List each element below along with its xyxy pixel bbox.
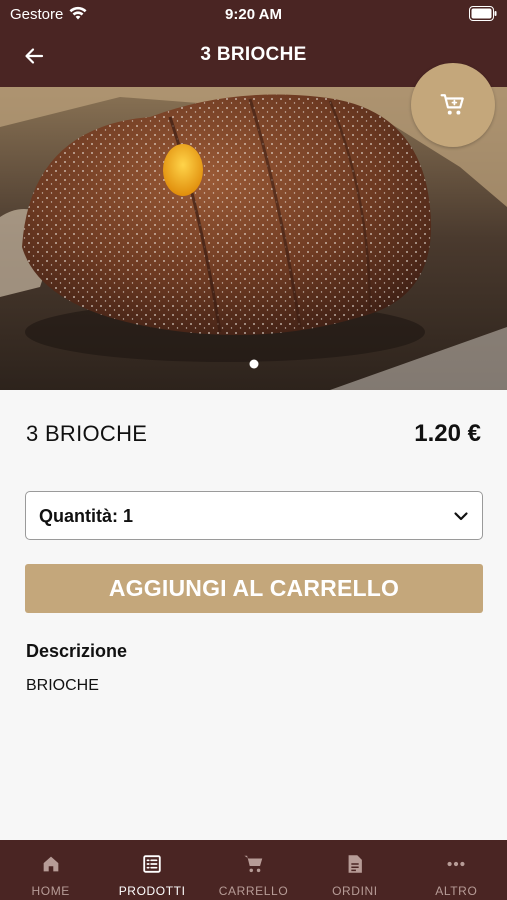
product-name: 3 BRIOCHE bbox=[26, 421, 148, 446]
tab-home[interactable]: HOME bbox=[0, 840, 101, 900]
home-icon bbox=[43, 856, 59, 872]
carousel-indicator-dot[interactable] bbox=[249, 359, 259, 369]
status-bar: Gestore 9:20 AM bbox=[0, 0, 507, 28]
status-time: 9:20 AM bbox=[225, 6, 282, 23]
battery-icon bbox=[469, 6, 497, 21]
list-icon bbox=[143, 855, 161, 873]
bottom-tab-bar: HOME PRODOTTI CARRELLO ORDINI ALTRO bbox=[0, 840, 507, 900]
cart-icon bbox=[440, 94, 464, 115]
tab-label: PRODOTTI bbox=[118, 884, 186, 898]
tab-altro[interactable]: ALTRO bbox=[406, 840, 507, 900]
tab-carrello[interactable]: CARRELLO bbox=[203, 840, 304, 900]
tab-label: ALTRO bbox=[435, 884, 478, 898]
quantity-label: Quantità: 1 bbox=[39, 506, 134, 526]
tab-label: HOME bbox=[31, 884, 70, 898]
description-text: BRIOCHE bbox=[26, 677, 99, 694]
page-title: 3 BRIOCHE bbox=[200, 44, 307, 65]
add-to-cart-button[interactable]: AGGIUNGI AL CARRELLO bbox=[25, 564, 483, 613]
cart-icon bbox=[243, 855, 262, 873]
quantity-select[interactable]: Quantità: 1 bbox=[25, 491, 483, 540]
document-icon bbox=[348, 855, 362, 873]
tab-ordini[interactable]: ORDINI bbox=[304, 840, 405, 900]
more-icon bbox=[447, 861, 465, 867]
cart-button[interactable] bbox=[411, 63, 495, 147]
tab-label: CARRELLO bbox=[218, 884, 289, 898]
tab-prodotti[interactable]: PRODOTTI bbox=[101, 840, 202, 900]
tab-label: ORDINI bbox=[332, 884, 378, 898]
product-price: 1.20 € bbox=[414, 420, 481, 447]
description-title: Descrizione bbox=[26, 641, 128, 661]
chevron-down-icon bbox=[454, 512, 468, 521]
